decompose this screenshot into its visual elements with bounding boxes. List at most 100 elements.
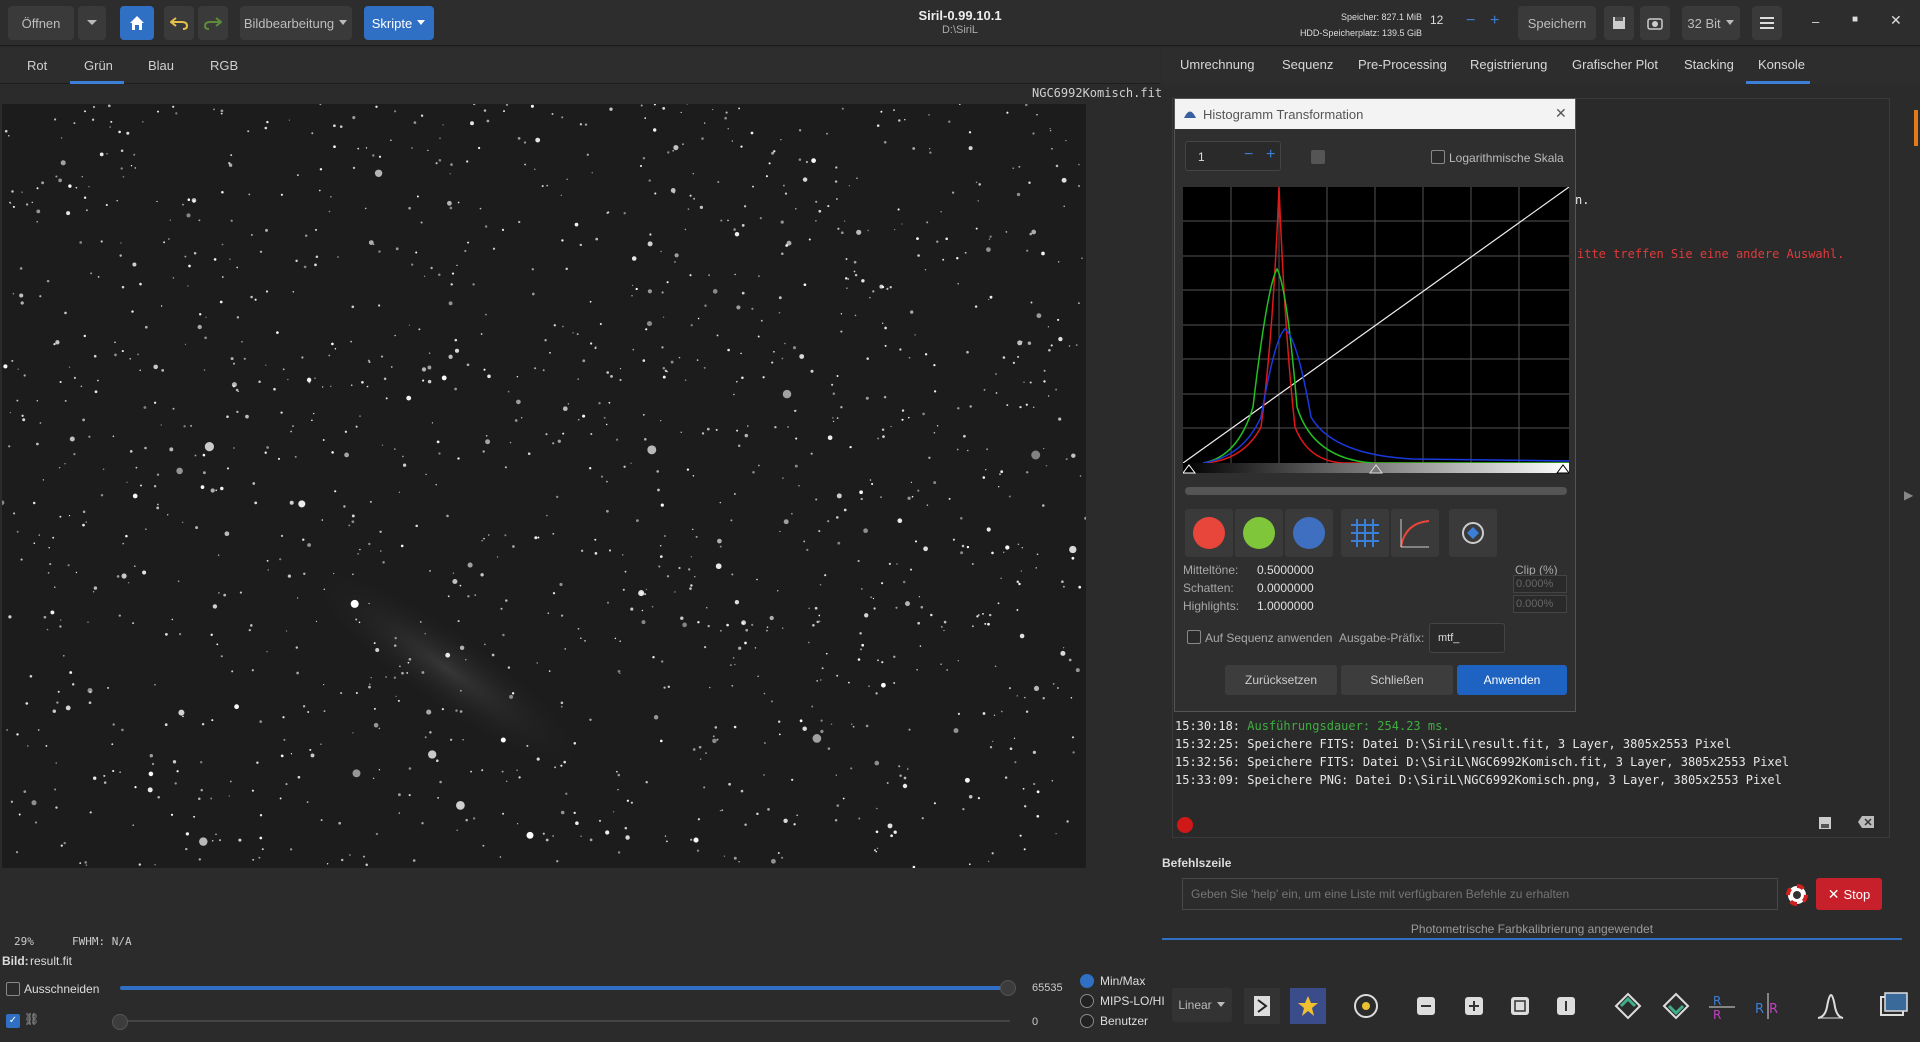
star <box>265 364 267 366</box>
panel-collapse-arrow[interactable]: ▶ <box>1904 488 1913 502</box>
image-processing-menu[interactable]: Bildbearbeitung <box>240 6 352 40</box>
star <box>854 314 857 317</box>
tab-console[interactable]: Konsole <box>1758 57 1805 72</box>
threads-increment-button[interactable]: + <box>1490 12 1499 30</box>
help-button[interactable] <box>1786 884 1808 906</box>
close-button[interactable]: Schließen <box>1341 665 1453 695</box>
minimize-button[interactable]: – <box>1812 14 1819 29</box>
record-icon[interactable] <box>1177 817 1193 833</box>
blue-channel-toggle[interactable] <box>1285 509 1333 557</box>
mirror-y-button[interactable]: RR <box>1750 988 1786 1024</box>
tab-plot[interactable]: Grafischer Plot <box>1572 57 1658 72</box>
radio-minmax[interactable] <box>1080 974 1094 988</box>
highlights-value[interactable]: 1.0000000 <box>1257 599 1314 613</box>
zoom-100-button[interactable] <box>1548 988 1584 1024</box>
maximize-button[interactable]: ■ <box>1852 14 1858 25</box>
reset-button[interactable]: Zurücksetzen <box>1225 665 1337 695</box>
save-button[interactable]: Speichern <box>1518 6 1596 40</box>
image-list-button[interactable] <box>1876 988 1912 1024</box>
tab-blue[interactable]: Blau <box>148 58 174 73</box>
dialog-titlebar[interactable]: Histogramm Transformation ✕ <box>1175 99 1575 129</box>
green-channel-toggle[interactable] <box>1235 509 1283 557</box>
stop-button[interactable]: ✕ Stop <box>1816 878 1882 910</box>
star <box>148 771 154 777</box>
open-button[interactable]: Öffnen <box>8 6 74 40</box>
star <box>313 412 315 415</box>
star <box>871 482 874 486</box>
max-slider-handle[interactable] <box>1000 980 1016 996</box>
star <box>734 273 736 276</box>
tab-registration[interactable]: Registrierung <box>1470 57 1547 72</box>
crop-checkbox[interactable] <box>6 982 20 996</box>
link-checkbox[interactable]: ✓ <box>6 1014 20 1028</box>
auto-stretch-button[interactable] <box>1449 509 1497 557</box>
tab-red[interactable]: Rot <box>27 58 47 73</box>
zoom-in-button[interactable] <box>1456 988 1492 1024</box>
star <box>182 715 184 718</box>
astro-image[interactable] <box>2 104 1086 868</box>
red-channel-toggle[interactable] <box>1185 509 1233 557</box>
command-input[interactable] <box>1182 878 1778 910</box>
negative-view-button[interactable] <box>1244 988 1280 1024</box>
apply-sequence-checkbox[interactable] <box>1187 630 1201 644</box>
hamburger-menu-button[interactable] <box>1752 6 1782 40</box>
histogram-tool-button[interactable] <box>1812 988 1848 1024</box>
star <box>1071 556 1075 560</box>
min-slider[interactable] <box>120 1020 1010 1022</box>
star <box>1022 787 1025 790</box>
star <box>103 781 107 784</box>
tab-stacking[interactable]: Stacking <box>1684 57 1734 72</box>
star <box>454 387 457 391</box>
max-slider[interactable] <box>120 986 1008 990</box>
redo-button[interactable] <box>198 6 228 40</box>
zoom-spinner[interactable]: 1 − + <box>1185 141 1281 171</box>
apply-button[interactable]: Anwenden <box>1457 665 1567 695</box>
star <box>351 520 355 524</box>
mirror-x-button[interactable]: RR <box>1704 988 1740 1024</box>
rotate-left-button[interactable] <box>1610 988 1646 1024</box>
working-directory: D:\SiriL <box>941 24 979 36</box>
midtones-value[interactable]: 0.5000000 <box>1257 563 1314 577</box>
grid-toggle[interactable] <box>1341 509 1389 557</box>
zoom-increment-button[interactable]: + <box>1266 146 1275 164</box>
scripts-menu[interactable]: Skripte <box>364 6 434 40</box>
tab-sequence[interactable]: Sequenz <box>1282 57 1333 72</box>
rotate-right-button[interactable] <box>1658 988 1694 1024</box>
zoom-fit-button[interactable] <box>1502 988 1538 1024</box>
snapshot-button[interactable] <box>1640 6 1670 40</box>
save-as-button[interactable] <box>1604 6 1634 40</box>
home-button[interactable] <box>120 6 154 40</box>
zoom-reset-icon[interactable] <box>1311 150 1325 164</box>
log-scale-checkbox[interactable] <box>1431 150 1445 164</box>
tab-conversion[interactable]: Umrechnung <box>1180 57 1254 72</box>
histogram-scrollbar[interactable] <box>1185 487 1567 495</box>
star <box>810 452 813 455</box>
histogram-plot[interactable] <box>1183 187 1569 481</box>
recent-files-dropdown-button[interactable] <box>78 6 106 40</box>
undo-button[interactable] <box>164 6 194 40</box>
output-prefix-input[interactable]: mtf_ <box>1429 623 1505 653</box>
clear-log-button[interactable] <box>1857 815 1875 832</box>
min-slider-handle[interactable] <box>112 1014 128 1030</box>
threads-value[interactable]: 12 <box>1430 13 1443 27</box>
star <box>863 528 868 534</box>
save-log-button[interactable] <box>1817 815 1833 834</box>
star <box>911 495 914 498</box>
radio-mips[interactable] <box>1080 994 1094 1008</box>
close-window-button[interactable]: ✕ <box>1890 12 1902 29</box>
false-color-button[interactable] <box>1290 988 1326 1024</box>
radio-user[interactable] <box>1080 1014 1094 1028</box>
curve-toggle[interactable] <box>1391 509 1439 557</box>
dialog-close-icon[interactable]: ✕ <box>1555 105 1567 122</box>
shadows-value[interactable]: 0.0000000 <box>1257 581 1314 595</box>
star <box>9 411 12 414</box>
zoom-decrement-button[interactable]: − <box>1244 146 1253 164</box>
annotate-button[interactable] <box>1348 988 1384 1024</box>
stretch-mode-select[interactable]: Linear <box>1172 988 1232 1022</box>
tab-preprocessing[interactable]: Pre-Processing <box>1358 57 1447 72</box>
tab-rgb[interactable]: RGB <box>210 58 238 73</box>
bitdepth-menu[interactable]: 32 Bit <box>1682 6 1740 40</box>
zoom-out-button[interactable] <box>1408 988 1444 1024</box>
tab-green[interactable]: Grün <box>84 58 113 73</box>
threads-decrement-button[interactable]: − <box>1466 12 1475 30</box>
